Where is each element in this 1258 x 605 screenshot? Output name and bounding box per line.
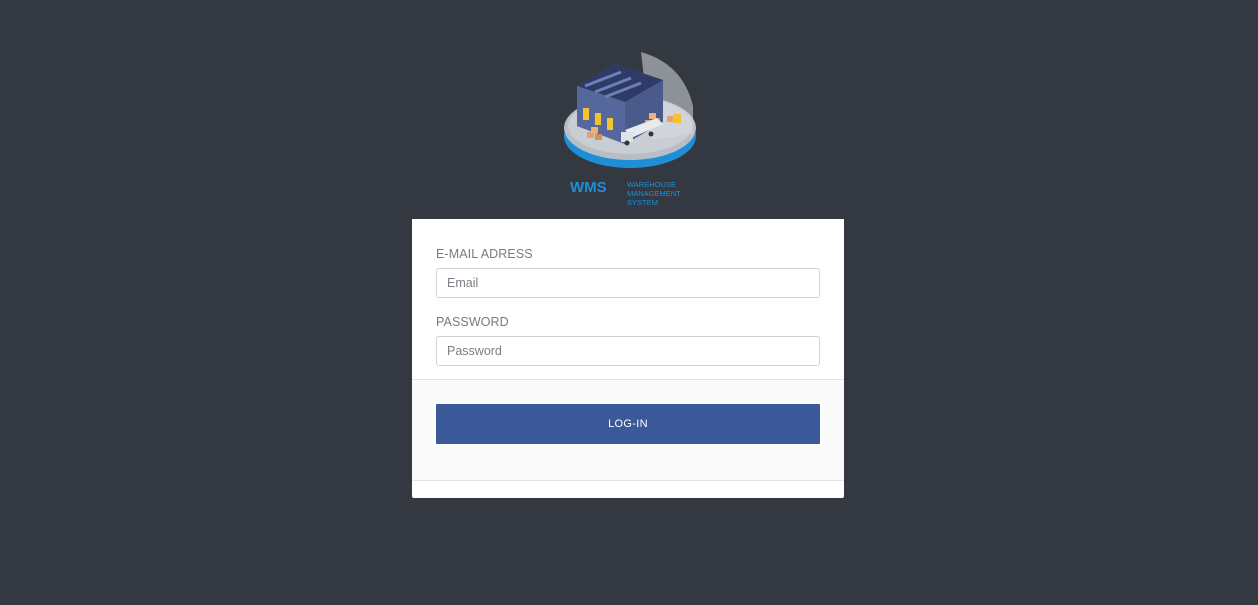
login-form-body: E-MAIL ADRESS PASSWORD — [412, 219, 844, 379]
logo-line2-text: MANAGEMENT — [627, 189, 681, 198]
password-label: PASSWORD — [436, 315, 509, 329]
password-input[interactable] — [436, 336, 820, 366]
email-input[interactable] — [436, 268, 820, 298]
login-button[interactable]: LOG-IN — [436, 404, 820, 444]
email-label: E-MAIL ADRESS — [436, 247, 533, 261]
warehouse-logo-icon: WMS WAREHOUSE MANAGEMENT SYSTEM — [564, 52, 696, 207]
wms-logo: WMS WAREHOUSE MANAGEMENT SYSTEM — [555, 44, 705, 212]
login-card: E-MAIL ADRESS PASSWORD LOG-IN — [412, 219, 844, 498]
logo-line3-text: SYSTEM — [627, 198, 658, 207]
logo-line1-text: WAREHOUSE — [627, 180, 676, 189]
login-form-footer: LOG-IN — [412, 379, 844, 481]
logo-abbr-text: WMS — [570, 179, 607, 196]
